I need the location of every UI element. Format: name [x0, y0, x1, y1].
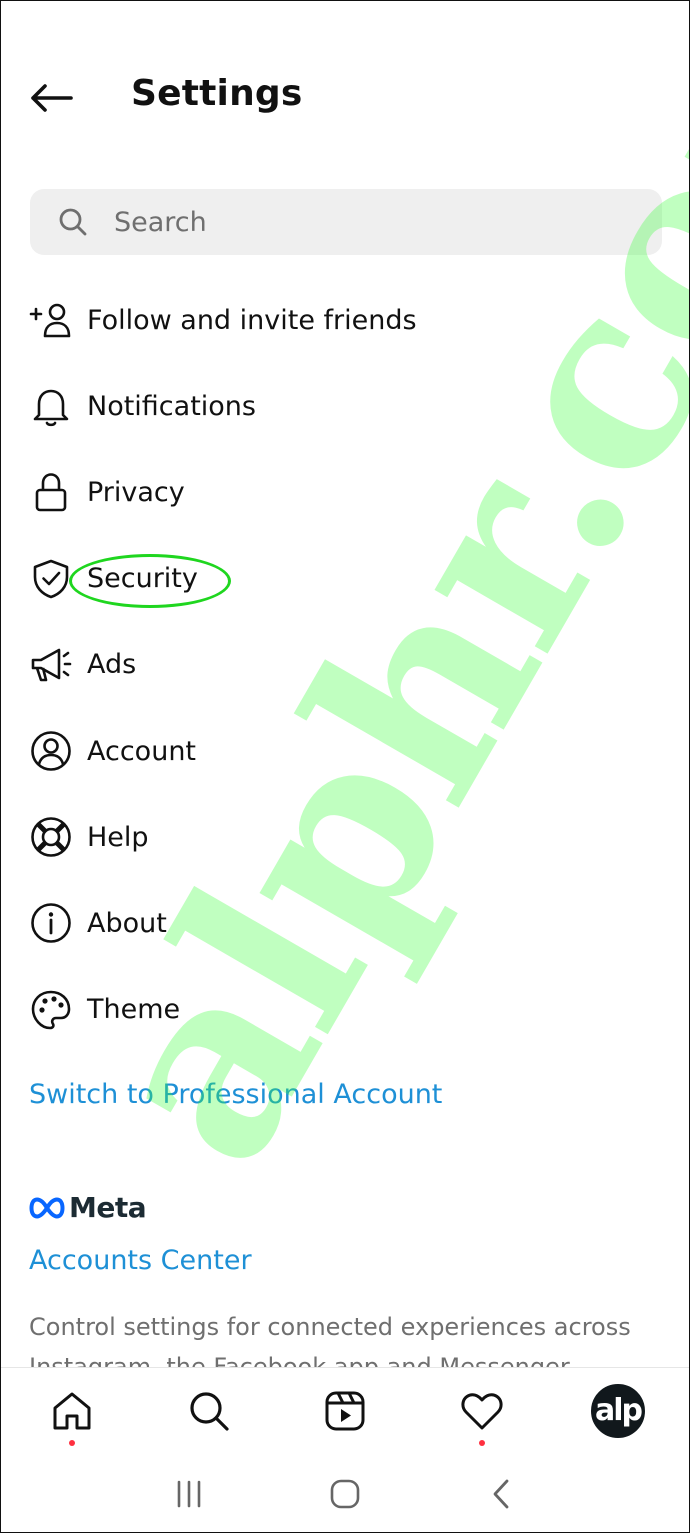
menu-label: Security: [87, 563, 198, 595]
menu-item-help[interactable]: Help: [1, 794, 689, 880]
accounts-center-description: Control settings for connected experienc…: [29, 1313, 631, 1369]
nav-search-button[interactable]: [180, 1382, 238, 1440]
menu-item-ads[interactable]: Ads: [1, 622, 689, 708]
reels-icon: [325, 1391, 365, 1430]
meta-infinity-icon: [29, 1196, 65, 1219]
menu-label: Account: [87, 735, 197, 767]
back-chevron-icon: [493, 1479, 509, 1508]
notification-dot: [69, 1439, 75, 1446]
lock-icon: [29, 470, 73, 514]
system-back-button[interactable]: [471, 1464, 531, 1524]
avatar-text: alp: [594, 1393, 643, 1428]
menu-item-privacy[interactable]: Privacy: [1, 449, 689, 535]
system-home-button[interactable]: [315, 1464, 375, 1524]
search-input[interactable]: [114, 206, 614, 238]
menu-label: Theme: [87, 994, 181, 1026]
nav-home-button[interactable]: [43, 1382, 101, 1446]
back-arrow-icon: [31, 84, 73, 112]
user-circle-icon: [29, 729, 73, 773]
meta-wordmark: Meta: [69, 1191, 147, 1224]
menu-item-about[interactable]: About: [1, 880, 689, 966]
menu-label: Help: [87, 821, 149, 853]
recents-icon: [177, 1480, 201, 1507]
menu-label: Follow and invite friends: [87, 304, 417, 336]
home-circle-icon: [330, 1479, 360, 1508]
bottom-nav: alp: [1, 1367, 689, 1453]
accounts-center-link[interactable]: Accounts Center: [29, 1245, 252, 1276]
menu-label: Notifications: [87, 390, 256, 422]
menu-item-theme[interactable]: Theme: [1, 967, 689, 1053]
switch-to-professional-link[interactable]: Switch to Professional Account: [29, 1079, 442, 1110]
menu-label: About: [87, 907, 167, 939]
search-bar[interactable]: [30, 189, 662, 255]
nav-reels-button[interactable]: [316, 1382, 374, 1440]
heart-icon: [460, 1392, 503, 1429]
settings-menu: Follow and invite friends Notifications …: [1, 277, 689, 1053]
avatar: alp: [591, 1383, 645, 1438]
search-icon: [59, 208, 87, 236]
settings-screen: Settings Follow and invite friends: [0, 0, 690, 1533]
meta-logo: Meta: [29, 1191, 147, 1224]
menu-item-notifications[interactable]: Notifications: [1, 363, 689, 449]
back-button[interactable]: [23, 71, 79, 125]
menu-item-security[interactable]: Security: [1, 536, 689, 622]
recents-button[interactable]: [159, 1464, 219, 1524]
home-icon: [53, 1392, 91, 1429]
menu-item-account[interactable]: Account: [1, 708, 689, 794]
megaphone-icon: [29, 643, 73, 687]
bell-icon: [29, 384, 73, 428]
lifebuoy-icon: [29, 815, 73, 859]
header: Settings: [1, 59, 689, 135]
nav-profile-button[interactable]: alp: [589, 1382, 647, 1440]
menu-item-follow-invite[interactable]: Follow and invite friends: [1, 277, 689, 363]
menu-label: Ads: [87, 649, 137, 681]
page-title: Settings: [131, 73, 303, 114]
nav-activity-button[interactable]: [453, 1382, 511, 1446]
menu-label: Privacy: [87, 476, 185, 508]
notification-dot: [478, 1439, 485, 1446]
palette-icon: [29, 988, 73, 1032]
add-person-icon: [29, 298, 73, 342]
system-nav-bar: [1, 1453, 689, 1532]
search-icon: [189, 1391, 229, 1431]
info-icon: [29, 901, 73, 945]
shield-check-icon: [29, 557, 73, 601]
